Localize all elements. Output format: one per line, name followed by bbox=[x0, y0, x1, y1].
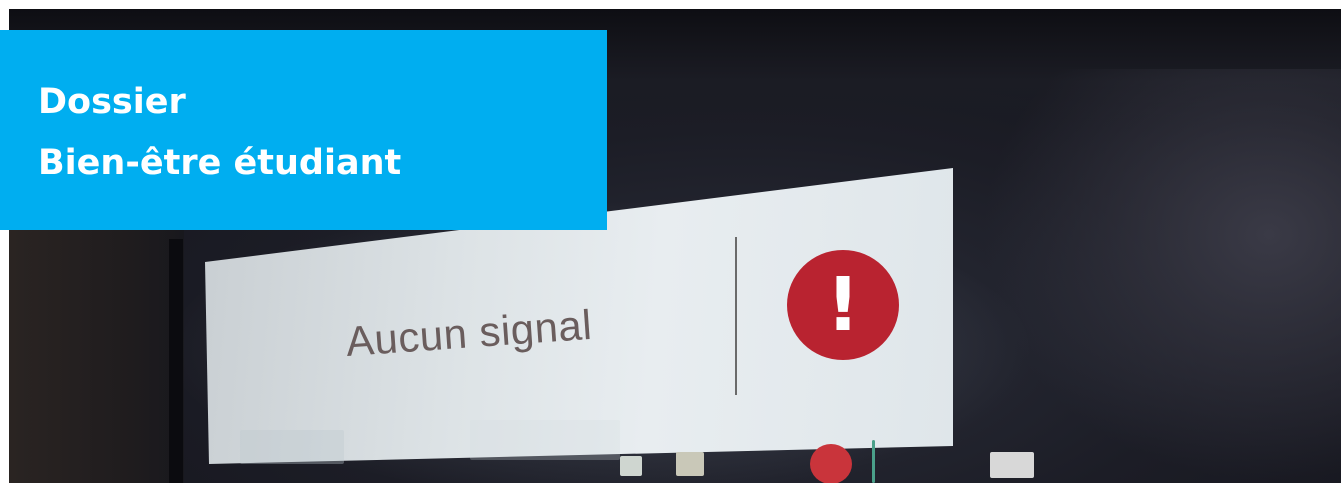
display-bezel bbox=[169, 239, 183, 483]
taskbar-window bbox=[240, 430, 344, 464]
photo-frame: Aucun signal ! Dossier Bien-être étudian… bbox=[0, 0, 1341, 483]
banner-subtitle: Bien-être étudiant bbox=[38, 143, 402, 183]
taskbar-icon bbox=[676, 452, 704, 476]
exclamation-mark: ! bbox=[826, 262, 860, 348]
taskbar-icon bbox=[810, 444, 852, 483]
taskbar-icon bbox=[620, 456, 642, 476]
banner-title: Dossier bbox=[38, 82, 186, 122]
taskbar-icon bbox=[990, 452, 1034, 478]
taskbar-window bbox=[470, 420, 620, 460]
dossier-banner: Dossier Bien-être étudiant bbox=[0, 30, 607, 230]
panel-divider bbox=[735, 237, 737, 395]
taskbar-marker bbox=[872, 440, 875, 483]
exclamation-circle-icon: ! bbox=[787, 250, 899, 360]
